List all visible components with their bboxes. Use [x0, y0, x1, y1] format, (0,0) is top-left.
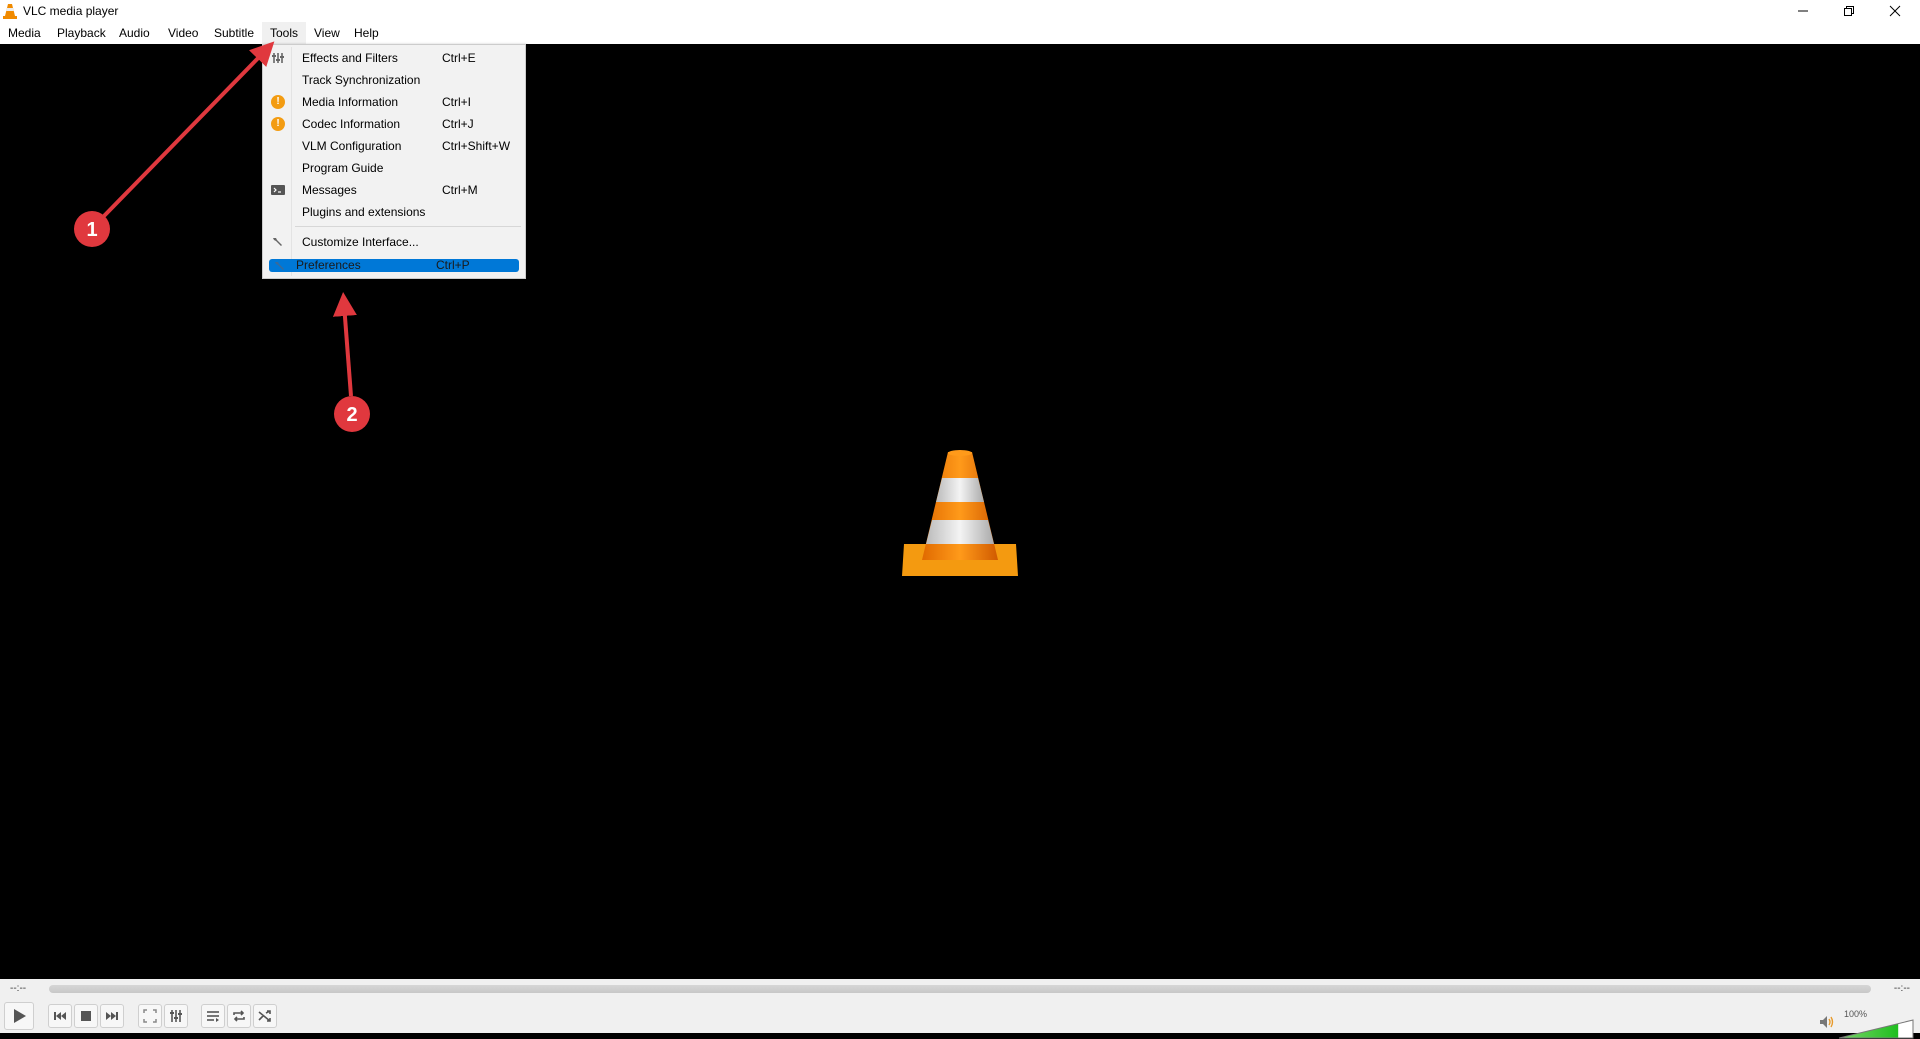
- loop-icon: [233, 1010, 245, 1022]
- menu-item-label: Media Information: [302, 95, 399, 109]
- info-icon: !: [271, 117, 285, 131]
- menu-item-plugins-and-extensions[interactable]: Plugins and extensions: [267, 201, 521, 223]
- wrench-icon: [275, 262, 284, 270]
- menu-item-label: Program Guide: [302, 161, 384, 175]
- menu-view[interactable]: View: [306, 22, 348, 44]
- menu-item-label: Codec Information: [302, 117, 401, 131]
- fullscreen-button[interactable]: [138, 1004, 162, 1028]
- minimize-button[interactable]: [1780, 0, 1826, 22]
- stop-icon: [81, 1011, 91, 1021]
- equalizer-icon: [272, 53, 284, 63]
- minimize-icon: [1798, 10, 1808, 12]
- playlist-button[interactable]: [201, 1004, 225, 1028]
- tools-dropdown-menu: Effects and Filters Ctrl+E Track Synchro…: [262, 44, 526, 279]
- menu-item-label: Track Synchronization: [302, 73, 421, 87]
- menu-item-messages[interactable]: Messages Ctrl+M: [267, 179, 521, 201]
- shuffle-icon: [258, 1010, 271, 1022]
- menu-item-effects-and-filters[interactable]: Effects and Filters Ctrl+E: [267, 47, 521, 69]
- menu-item-label: Messages: [302, 183, 357, 197]
- menu-item-preferences[interactable]: Preferences Ctrl+P: [269, 259, 519, 272]
- stop-button[interactable]: [74, 1004, 98, 1028]
- menu-item-label: Preferences: [296, 258, 361, 272]
- menu-item-label: VLM Configuration: [302, 139, 402, 153]
- remaining-time: --:--: [1893, 983, 1910, 994]
- menu-item-media-information[interactable]: ! Media Information Ctrl+I: [267, 91, 521, 113]
- terminal-icon: [271, 185, 285, 195]
- close-icon: [1889, 5, 1901, 17]
- play-button[interactable]: [4, 1002, 34, 1030]
- info-icon: !: [271, 95, 285, 109]
- window-title: VLC media player: [23, 4, 119, 18]
- menu-item-customize-interface[interactable]: Customize Interface...: [267, 231, 521, 253]
- menu-item-shortcut: Ctrl+E: [442, 51, 476, 65]
- menu-help[interactable]: Help: [346, 22, 387, 44]
- menu-item-codec-information[interactable]: ! Codec Information Ctrl+J: [267, 113, 521, 135]
- menu-item-shortcut: Ctrl+Shift+W: [442, 139, 511, 153]
- menu-item-track-synchronization[interactable]: Track Synchronization: [267, 69, 521, 91]
- extended-settings-button[interactable]: [164, 1004, 188, 1028]
- close-button[interactable]: [1872, 0, 1918, 22]
- previous-button[interactable]: [48, 1004, 72, 1028]
- restore-icon: [1844, 6, 1854, 16]
- menu-item-shortcut: Ctrl+I: [442, 95, 472, 109]
- play-icon: [14, 1009, 26, 1023]
- wrench-icon: [273, 238, 282, 246]
- menu-audio[interactable]: Audio: [111, 22, 158, 44]
- speaker-icon[interactable]: [1819, 1015, 1835, 1029]
- menu-tools[interactable]: Tools: [262, 22, 307, 44]
- restore-button[interactable]: [1826, 0, 1872, 22]
- loop-button[interactable]: [227, 1004, 251, 1028]
- menu-item-label: Plugins and extensions: [302, 205, 426, 219]
- next-button[interactable]: [100, 1004, 124, 1028]
- playlist-icon: [207, 1011, 219, 1022]
- menu-video[interactable]: Video: [160, 22, 206, 44]
- menu-item-vlm-configuration[interactable]: VLM Configuration Ctrl+Shift+W: [267, 135, 521, 157]
- vlc-cone-logo: [902, 450, 1018, 576]
- menu-playback[interactable]: Playback: [49, 22, 114, 44]
- menu-item-shortcut: Ctrl+P: [436, 258, 470, 272]
- control-bar: --:-- --:-- 100%: [0, 979, 1920, 1039]
- menu-item-label: Effects and Filters: [302, 51, 398, 65]
- next-icon: [106, 1012, 118, 1020]
- volume-percentage: 100%: [1844, 1009, 1868, 1019]
- title-bar: VLC media player: [0, 0, 1920, 22]
- menu-item-label: Customize Interface...: [302, 235, 419, 249]
- menu-item-shortcut: Ctrl+J: [442, 117, 474, 131]
- menu-media[interactable]: Media: [0, 22, 49, 44]
- seek-slider[interactable]: [49, 985, 1871, 993]
- menu-item-program-guide[interactable]: Program Guide: [267, 157, 521, 179]
- shuffle-button[interactable]: [253, 1004, 277, 1028]
- previous-icon: [54, 1012, 66, 1020]
- menu-item-shortcut: Ctrl+M: [442, 183, 478, 197]
- equalizer-icon: [170, 1010, 182, 1022]
- fullscreen-icon: [143, 1009, 157, 1023]
- elapsed-time: --:--: [10, 983, 27, 994]
- vlc-logo-icon: [3, 4, 17, 19]
- menu-bar: Media Playback Audio Video Subtitle Tool…: [0, 22, 1920, 44]
- menu-separator: [295, 226, 521, 227]
- menu-subtitle[interactable]: Subtitle: [206, 22, 262, 44]
- volume-slider[interactable]: [1839, 1019, 1914, 1039]
